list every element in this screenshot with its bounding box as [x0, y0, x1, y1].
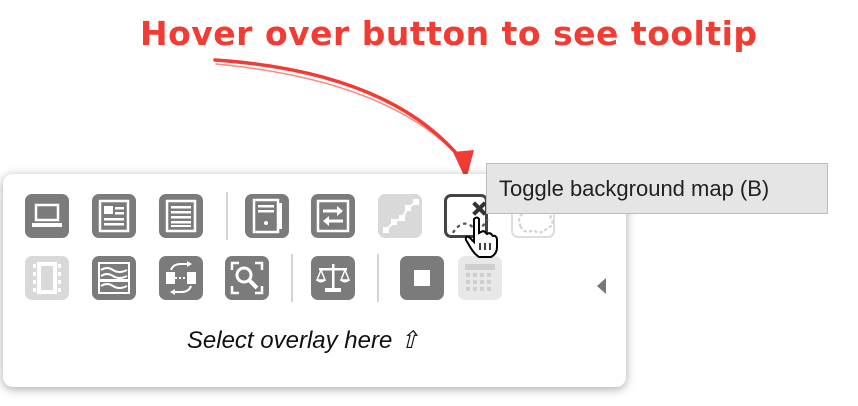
film-strip-button[interactable]	[25, 256, 69, 300]
wave-lines-button[interactable]	[92, 256, 136, 300]
list-lines-icon	[165, 199, 197, 233]
swap-arrows-icon	[316, 199, 350, 233]
cycle-flow-icon	[166, 261, 196, 295]
stop-square-icon	[414, 270, 430, 286]
wave-lines-icon	[98, 262, 130, 294]
balance-scale-button[interactable]	[311, 256, 355, 300]
tooltip: Toggle background map (B)	[486, 163, 828, 214]
node-path-icon	[383, 199, 419, 233]
overlay-hint-text: Select overlay here ⇧	[186, 327, 420, 354]
node-path-button[interactable]	[378, 194, 422, 238]
grid-dots-icon	[465, 264, 495, 291]
screenshot-canvas: Hover over button to see tooltip Select …	[0, 0, 858, 406]
toolbar-separator	[377, 254, 379, 302]
film-strip-icon	[33, 262, 61, 294]
balance-scale-icon	[315, 264, 351, 292]
cycle-flow-button[interactable]	[159, 256, 203, 300]
zoom-search-icon	[230, 261, 264, 295]
swap-arrows-button[interactable]	[311, 194, 355, 238]
server-box-icon	[252, 198, 282, 234]
background-map-icon	[451, 201, 489, 234]
toolbar-separator	[226, 192, 228, 240]
list-lines-button[interactable]	[159, 194, 203, 238]
zoom-search-button[interactable]	[225, 256, 269, 300]
server-box-button[interactable]	[245, 194, 289, 238]
toolbar-separator	[291, 254, 293, 302]
toggle-background-map-button[interactable]	[444, 194, 489, 238]
collapse-toolbar-caret-icon[interactable]	[597, 278, 606, 294]
laptop-button[interactable]	[25, 194, 69, 238]
annotation-title: Hover over button to see tooltip	[140, 14, 758, 53]
laptop-icon	[32, 203, 62, 227]
form-layout-button[interactable]	[92, 194, 136, 238]
grid-dots-button[interactable]	[458, 256, 502, 300]
stop-square-button[interactable]	[400, 256, 444, 300]
form-layout-icon	[98, 199, 130, 233]
